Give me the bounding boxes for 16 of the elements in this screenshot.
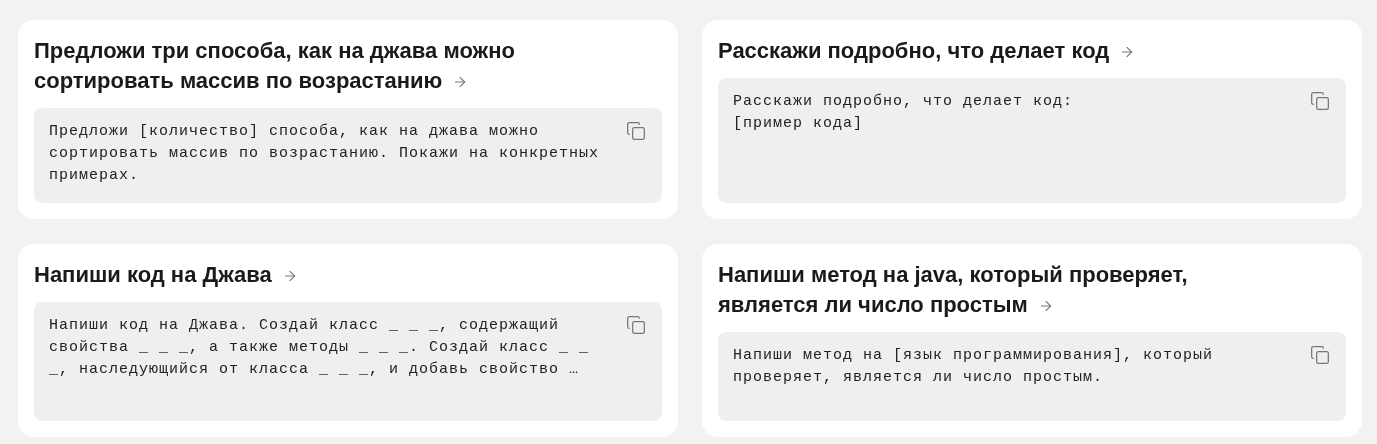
card-title: Расскажи подробно, что делает код (718, 36, 1258, 66)
copy-icon[interactable] (1310, 345, 1330, 365)
prompt-card[interactable]: Напиши код на Джава Напиши код на Джава. Создай класс _ _ _, содержащий свойства _ _ _, а также методы _ _ _. Создай класс _ _ _, наследующийся от класса _ _ _, и добавь свойство … (18, 244, 678, 437)
prompt-text: Предложи [количество] способа, как на джава можно сортировать массив по возрастанию. Покажи на конкретных примерах. (49, 122, 601, 186)
copy-icon[interactable] (626, 315, 646, 335)
prompt-card[interactable]: Расскажи подробно, что делает код Расскажи подробно, что делает код: [пример кода] (702, 20, 1362, 219)
copy-icon[interactable] (1310, 91, 1330, 111)
card-title: Напиши метод на java, который проверяет, является ли число простым (718, 261, 1189, 319)
copy-icon[interactable] (626, 121, 646, 141)
prompt-card[interactable]: Предложи три способа, как на джава можно сортировать массив по возрастанию Предложи [количество] способа, как на джава можно сортировать массив по возрастанию. Покажи на конкретных примерах. (18, 20, 678, 219)
card-title: Напиши код на Джава (34, 260, 574, 290)
prompt-text: Расскажи подробно, что делает код: [пример кода] (733, 92, 1075, 134)
prompt-text: Напиши метод на [язык программирования], который проверяет, является ли число простым. (733, 346, 1215, 388)
prompt-text: Напиши код на Джава. Создай класс _ _ _, содержащий свойства _ _ _, а также методы _ _ _. Создай класс _ _ _, наследующийся от класса _ _ _, и добавь свойство … (49, 316, 591, 380)
prompt-card[interactable]: Напиши метод на java, который проверяет, является ли число простым Напиши метод на [язык программирования], который проверяет, является ли число простым. (702, 244, 1362, 437)
card-title: Предложи три способа, как на джава можно сортировать массив по возрастанию (34, 37, 516, 95)
